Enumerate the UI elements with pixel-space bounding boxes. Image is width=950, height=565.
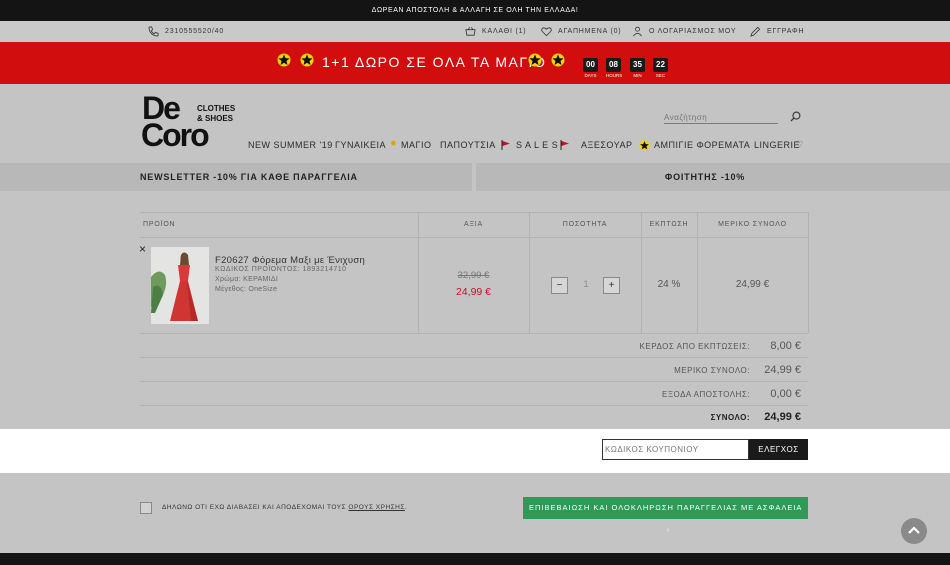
summary-divider — [140, 333, 808, 334]
dress-thumbnail — [151, 247, 209, 324]
account-link[interactable]: Ο ΛΟΓΑΡΙΑΣΜΟΣ ΜΟΥ — [632, 21, 736, 42]
user-icon — [633, 26, 642, 37]
search-icon[interactable] — [790, 111, 801, 122]
phone-link[interactable]: 2310555520/40 — [148, 21, 224, 42]
product-image[interactable] — [151, 247, 209, 324]
star-icon — [639, 140, 650, 151]
countdown-days: 00 DAYS — [583, 58, 598, 78]
savings-label: ΚΕΡΔΟΣ ΑΠΟ ΕΚΠΤΩΣΕΙΣ: — [639, 342, 750, 351]
header-product: ΠΡΟΪΟΝ — [143, 221, 176, 228]
logo-tag-shoes: & SHOES — [197, 114, 234, 123]
discount-percent: 24 % — [657, 279, 681, 290]
summary-divider — [140, 357, 808, 358]
column-divider — [529, 212, 530, 333]
terms-checkbox[interactable] — [140, 502, 152, 514]
heart-icon — [541, 27, 552, 37]
total-label: ΣΥΝΟΛΟ: — [710, 413, 750, 422]
logo-tag-clothes: CLOTHES — [197, 104, 236, 113]
checkout-button[interactable]: ΕΠΙΒΕΒΑΙΩΣΗ ΚΑΙ ΟΛΟΚΛΗΡΩΣΗ ΠΑΡΑΓΓΕΛΙΑΣ Μ… — [523, 497, 808, 534]
phone-number: 2310555520/40 — [165, 28, 225, 35]
register-link[interactable]: ΕΓΓΡΑΦΗ — [750, 21, 804, 42]
terms-statement: ΔΗΛΩΝΩ ΟΤΙ ΕΧΩ ΔΙΑΒΑΣΕΙ ΚΑΙ ΑΠΟΔΕΧΟΜΑΙ Τ… — [162, 504, 347, 511]
cart-label: ΚΑΛΑΘΙ (1) — [482, 28, 527, 35]
star-icon — [528, 53, 542, 67]
flag-icon — [501, 140, 510, 150]
header-value: ΑΞΙΑ — [463, 221, 484, 228]
total-value: 24,99 € — [764, 411, 801, 423]
subtotal-value: 24,99 € — [764, 364, 801, 376]
nav-new-summer[interactable]: NEW SUMMER '19 — [248, 140, 333, 150]
favorites-label: ΑΓΑΠΗΜΕΝΑ (0) — [558, 28, 622, 35]
countdown-hours: 08 HOURS — [606, 58, 623, 78]
basket-icon — [465, 27, 476, 36]
promo-banner[interactable]: 1+1 ΔΩΡΟ ΣΕ ΟΛΑ ΤΑ ΜΑΓΙΟ — [0, 42, 950, 84]
nav-women[interactable]: ΓΥΝΑΙΚΕΙΑ — [335, 140, 386, 150]
product-color: Χρώμα: ΚΕΡΑΜΙΔΙ — [215, 276, 279, 283]
item-subtotal: 24,99 € — [735, 279, 770, 290]
summary-divider — [140, 381, 808, 382]
star-icon — [551, 53, 565, 67]
utility-bar: 2310555520/40 ΚΑΛΑΘΙ (1) ΑΓΑΠΗΜΕΝΑ (0) Ο… — [0, 21, 950, 42]
table-border — [140, 237, 808, 238]
old-price: 32,99 € — [457, 270, 490, 281]
shipping-label: ΕΞΟΔΑ ΑΠΟΣΤΟΛΗΣ: — [662, 390, 750, 399]
nav-lingerie[interactable]: LINGERIE — [754, 140, 800, 150]
terms-text: ΔΗΛΩΝΩ ΟΤΙ ΕΧΩ ΔΙΑΒΑΣΕΙ ΚΑΙ ΑΠΟΔΕΧΟΜΑΙ Τ… — [162, 504, 407, 511]
nav-evening-dresses[interactable]: ΑΜΠΙΓΙΕ ΦΟΡΕΜΑΤΑ — [654, 140, 750, 150]
column-divider — [641, 212, 642, 333]
newsletter-banner[interactable]: NEWSLETTER -10% ΓΙΑ ΚΑΘΕ ΠΑΡΑΓΓΕΛΙΑ — [0, 163, 472, 191]
quantity-decrease-button[interactable]: − — [551, 277, 568, 294]
heart-icon: ♡ — [796, 140, 804, 149]
product-size: Μέγεθος: OneSize — [215, 286, 278, 293]
header-subtotal: ΜΕΡΙΚΟ ΣΥΝΟΛΟ — [718, 221, 787, 228]
chevron-right-icon: › — [666, 525, 671, 534]
header-quantity: ΠΟΣΟΤΗΤΑ — [562, 221, 608, 228]
product-code: ΚΩΔΙΚΟΣ ΠΡΟΪΟΝΤΟΣ: 1893214710 — [215, 266, 347, 273]
free-shipping-bar: ΔΩΡΕΑΝ ΑΠΟΣΤΟΛΗ & ΑΛΛΑΓΗ ΣΕ ΟΛΗ ΤΗΝ ΕΛΛΑ… — [0, 0, 950, 21]
remove-item-icon[interactable]: × — [139, 242, 146, 256]
product-name[interactable]: F20627 Φόρεμα Μαξι με Ένιχυση — [215, 255, 365, 266]
quantity-increase-button[interactable]: + — [603, 277, 620, 294]
sale-price: 24,99 € — [455, 286, 492, 298]
cart-link[interactable]: ΚΑΛΑΘΙ (1) — [465, 21, 526, 42]
star-icon — [300, 53, 314, 67]
coupon-check-button[interactable]: ΕΛΕΓΧΟΣ — [749, 439, 808, 460]
account-label: Ο ΛΟΓΑΡΙΑΣΜΟΣ ΜΟΥ — [649, 28, 737, 35]
star-icon — [277, 53, 291, 67]
countdown-minutes: 35 MIN — [630, 58, 645, 78]
header-discount: ΕΚΠΤΩΣΗ — [649, 221, 689, 228]
column-divider — [808, 212, 809, 333]
summary-divider — [140, 405, 808, 406]
sun-icon: ✹ — [390, 139, 397, 148]
nav-accessories[interactable]: ΑΞΕΣΟΥΑΡ — [581, 140, 632, 150]
nav-sales[interactable]: S A L E S — [516, 140, 558, 150]
shipping-value: 0,00 € — [770, 388, 801, 400]
terms-link[interactable]: ΟΡΟΥΣ ΧΡΗΣΗΣ — [348, 504, 405, 511]
chevron-up-icon — [908, 526, 920, 534]
phone-icon — [148, 26, 159, 37]
flag-icon — [560, 140, 569, 150]
student-banner[interactable]: ΦΟΙΤΗΤΗΣ -10% — [476, 163, 950, 191]
quantity-value[interactable]: 1 — [578, 279, 594, 289]
column-divider — [697, 212, 698, 333]
checkout-label: ΕΠΙΒΕΒΑΙΩΣΗ ΚΑΙ ΟΛΟΚΛΗΡΩΣΗ ΠΑΡΑΓΓΕΛΙΑΣ Μ… — [528, 503, 803, 512]
savings-value: 8,00 € — [770, 340, 801, 352]
favorites-link[interactable]: ΑΓΑΠΗΜΕΝΑ (0) — [541, 21, 621, 42]
search-input[interactable] — [664, 112, 778, 124]
footer-bar — [0, 553, 950, 565]
promo-text: 1+1 ΔΩΡΟ ΣΕ ΟΛΑ ΤΑ ΜΑΓΙΟ — [322, 54, 547, 70]
nav-swimwear[interactable]: ΜΑΓΙΟ — [401, 140, 431, 150]
coupon-code-input[interactable] — [602, 439, 749, 460]
subtotal-label: ΜΕΡΙΚΟ ΣΥΝΟΛΟ: — [674, 366, 750, 375]
scroll-to-top-button[interactable] — [901, 518, 927, 544]
register-label: ΕΓΓΡΑΦΗ — [767, 28, 805, 35]
countdown-seconds: 22 SEC — [653, 58, 668, 78]
nav-shoes[interactable]: ΠΑΠΟΥΤΣΙΑ — [440, 140, 496, 150]
pencil-icon — [750, 26, 761, 37]
terms-period: . — [404, 504, 408, 511]
